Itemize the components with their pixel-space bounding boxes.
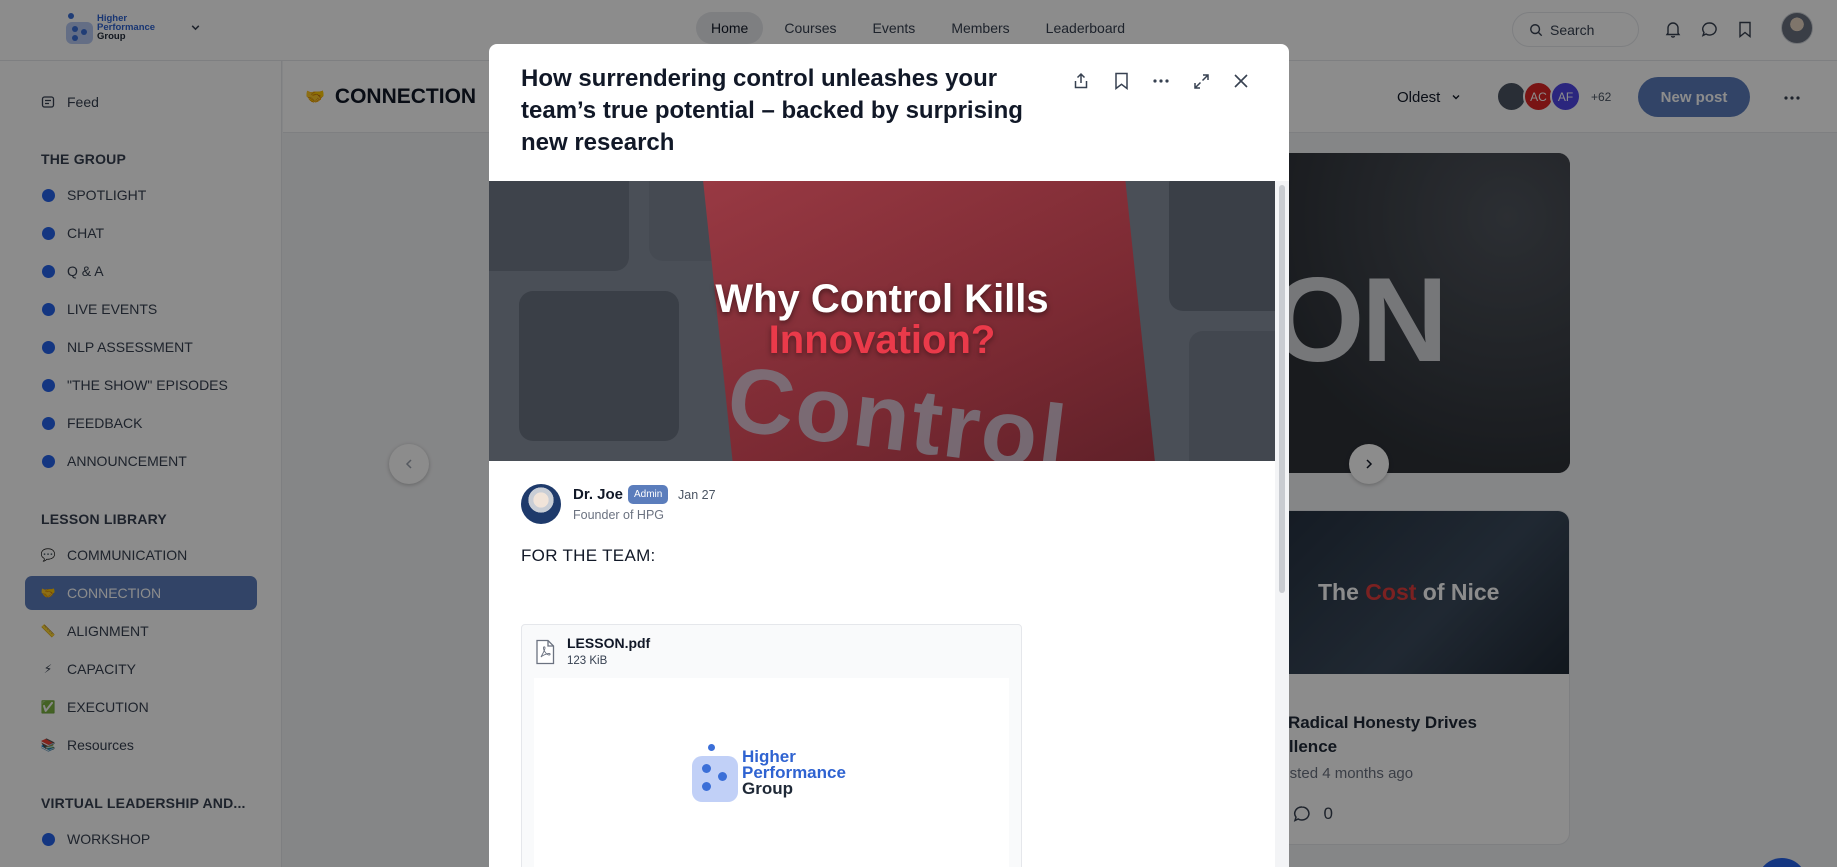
post-title: How surrendering control unleashes your … <box>521 65 1023 156</box>
logo-mark-icon <box>692 744 738 802</box>
more-options-icon[interactable] <box>1149 69 1173 93</box>
post-modal: How surrendering control unleashes your … <box>489 44 1289 867</box>
author-role: Founder of HPG <box>573 508 665 522</box>
bookmark-icon[interactable] <box>1109 69 1133 93</box>
hero-headline-accent: Innovation? <box>768 318 996 362</box>
post-body: FOR THE TEAM: <box>521 546 656 565</box>
author-avatar[interactable] <box>521 484 561 524</box>
post-hero-image: Control Why Control Kills Innovation? <box>489 181 1275 461</box>
expand-icon[interactable] <box>1189 69 1213 93</box>
modal-scrollbar[interactable] <box>1275 181 1289 867</box>
scrollbar-thumb[interactable] <box>1279 185 1285 593</box>
pdf-preview[interactable]: Higher Performance Group <box>534 678 1009 867</box>
pdf-attachment[interactable]: LESSON.pdf 123 KiB Higher Performance Gr… <box>521 624 1022 867</box>
share-icon[interactable] <box>1069 69 1093 93</box>
pdf-file-icon <box>534 639 556 670</box>
attachment-filename[interactable]: LESSON.pdf <box>567 635 650 651</box>
close-icon[interactable] <box>1229 69 1253 93</box>
author-name[interactable]: Dr. Joe <box>573 486 623 503</box>
hero-headline: Why Control Kills <box>715 277 1049 321</box>
hpg-logo: Higher Performance Group <box>692 744 846 802</box>
admin-badge: Admin <box>628 485 669 504</box>
post-date: Jan 27 <box>678 488 716 502</box>
attachment-size: 123 KiB <box>567 655 608 667</box>
logo-line3: Group <box>742 779 793 798</box>
